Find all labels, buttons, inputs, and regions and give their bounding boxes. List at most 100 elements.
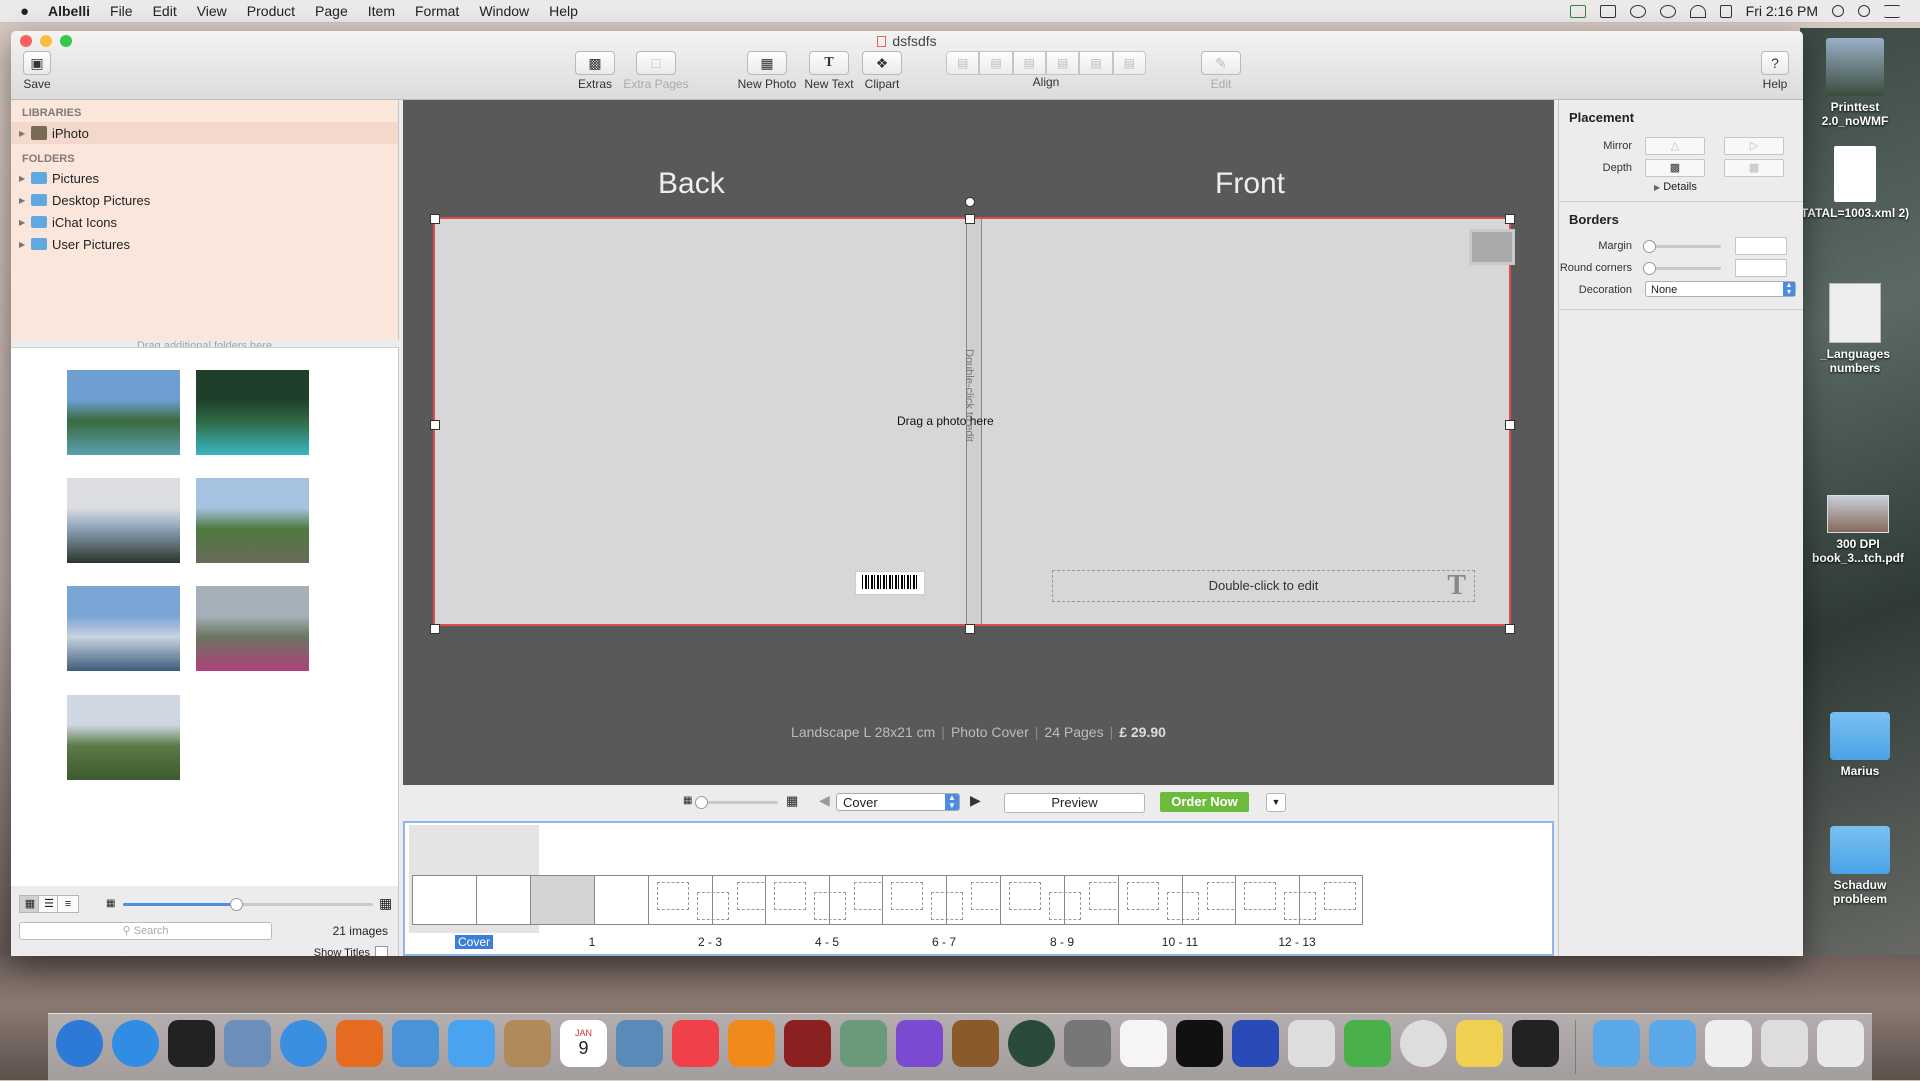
chrome-icon[interactable] bbox=[1400, 1020, 1447, 1067]
resize-handle[interactable] bbox=[1505, 624, 1515, 634]
menu-format[interactable]: Format bbox=[415, 3, 459, 19]
zoom-in-icon[interactable]: ▦ bbox=[786, 793, 798, 809]
resize-handle[interactable] bbox=[430, 420, 440, 430]
app-menu[interactable]: Albelli bbox=[48, 3, 90, 19]
contacts-icon[interactable] bbox=[504, 1020, 551, 1067]
downloads-folder-icon[interactable] bbox=[1649, 1020, 1696, 1067]
system-preferences-icon[interactable] bbox=[1064, 1020, 1111, 1067]
numbers-icon[interactable] bbox=[1344, 1020, 1391, 1067]
sidebar-item-pictures[interactable]: ▶ Pictures bbox=[11, 167, 398, 189]
spotlight-search-icon[interactable] bbox=[1858, 5, 1870, 17]
clock[interactable]: Fri 2:16 PM bbox=[1746, 3, 1818, 19]
menu-product[interactable]: Product bbox=[247, 3, 295, 19]
document-stack-icon[interactable] bbox=[1705, 1020, 1752, 1067]
menu-edit[interactable]: Edit bbox=[153, 3, 177, 19]
show-titles-checkbox[interactable] bbox=[375, 946, 388, 956]
messages-icon[interactable] bbox=[448, 1020, 495, 1067]
menu-page[interactable]: Page bbox=[315, 3, 348, 19]
calendar-icon[interactable]: JAN 9 bbox=[560, 1020, 607, 1067]
disclosure-triangle-icon[interactable]: ▶ bbox=[19, 129, 31, 138]
photo-thumbnail-purple-flowers[interactable] bbox=[196, 586, 309, 671]
image-placeholder-icon[interactable] bbox=[1469, 229, 1515, 265]
extras-button[interactable]: ▩ Extras bbox=[571, 51, 619, 91]
wifi-icon[interactable] bbox=[1689, 4, 1706, 18]
menu-window[interactable]: Window bbox=[479, 3, 529, 19]
edit-button[interactable]: ✎ Edit bbox=[1191, 51, 1251, 91]
sidebar-item-desktop-pictures[interactable]: ▶ Desktop Pictures bbox=[11, 189, 398, 211]
filmstrip-page-2-3[interactable]: 2 - 3 bbox=[645, 825, 776, 949]
details-disclosure[interactable]: ▶ Details bbox=[1654, 181, 1803, 193]
trash-icon[interactable] bbox=[1817, 1020, 1864, 1067]
app-store-icon[interactable] bbox=[112, 1020, 159, 1067]
volume-icon[interactable] bbox=[1719, 4, 1732, 18]
sidebar-item-iphoto[interactable]: ▶ iPhoto bbox=[11, 122, 398, 144]
thumbnail-size-slider[interactable] bbox=[230, 898, 243, 911]
resize-handle[interactable] bbox=[1505, 214, 1515, 224]
preview-icon[interactable] bbox=[224, 1020, 271, 1067]
disclosure-triangle-icon[interactable]: ▶ bbox=[19, 240, 31, 249]
time-machine-status-icon[interactable] bbox=[1629, 4, 1646, 18]
round-corners-slider[interactable] bbox=[1643, 262, 1656, 275]
filmstrip-page-1[interactable]: 1 bbox=[527, 825, 658, 949]
send-backward-button[interactable]: ▩ bbox=[1724, 159, 1784, 177]
align-left-icon[interactable]: ▤ bbox=[946, 51, 980, 75]
filmstrip-page-4-5[interactable]: 4 - 5 bbox=[762, 825, 893, 949]
align-center-icon[interactable]: ▤ bbox=[979, 51, 1013, 75]
terminal-icon[interactable] bbox=[1176, 1020, 1223, 1067]
next-page-icon[interactable]: ▶ bbox=[970, 792, 981, 809]
launchpad-icon[interactable] bbox=[168, 1020, 215, 1067]
menu-file[interactable]: File bbox=[110, 3, 133, 19]
finder-icon[interactable] bbox=[56, 1020, 103, 1067]
apple-menu-icon[interactable]: ● bbox=[20, 3, 38, 20]
resize-handle[interactable] bbox=[965, 214, 975, 224]
filmstrip-page-10-11[interactable]: 10 - 11 bbox=[1115, 825, 1246, 949]
user-icon[interactable] bbox=[1832, 5, 1844, 17]
filmstrip-page-12-13[interactable]: 12 - 13 bbox=[1232, 825, 1363, 949]
more-options-chevron-icon[interactable]: ▼ bbox=[1266, 793, 1286, 812]
stickies-icon[interactable] bbox=[1456, 1020, 1503, 1067]
sidebar-item-user-pictures[interactable]: ▶ User Pictures bbox=[11, 233, 398, 255]
photo-thumbnail-green-path[interactable] bbox=[196, 478, 309, 563]
desktop-icon-marius[interactable]: Marius bbox=[1805, 712, 1915, 778]
window-stack-icon[interactable] bbox=[1761, 1020, 1808, 1067]
disclosure-triangle-icon[interactable]: ▶ bbox=[19, 174, 31, 183]
v2-status-icon[interactable] bbox=[1569, 4, 1586, 18]
time-machine-icon[interactable] bbox=[1008, 1020, 1055, 1067]
desktop-icon-languages[interactable]: _Languages numbers bbox=[1800, 283, 1910, 375]
safari-icon[interactable] bbox=[280, 1020, 327, 1067]
align-middle-icon[interactable]: ▤ bbox=[1079, 51, 1113, 75]
search-input[interactable]: ⚲ Search bbox=[19, 922, 272, 940]
new-photo-button[interactable]: ▦ New Photo bbox=[735, 51, 799, 91]
resize-handle[interactable] bbox=[1505, 420, 1515, 430]
desktop-icon-xml[interactable]: TATAL=1003.xml 2) bbox=[1800, 146, 1910, 220]
rotate-handle[interactable] bbox=[965, 197, 975, 207]
detail-view-icon[interactable]: ≡ bbox=[57, 895, 79, 913]
textedit-icon[interactable] bbox=[1120, 1020, 1167, 1067]
photo-thumbnail-mountain-lake[interactable] bbox=[67, 370, 180, 455]
albelli-icon[interactable] bbox=[1512, 1020, 1559, 1067]
mirror-vertical-button[interactable]: ▷ bbox=[1724, 137, 1784, 155]
resize-handle[interactable] bbox=[430, 214, 440, 224]
page-select[interactable]: Cover ▲ ▼ bbox=[836, 793, 960, 811]
round-corners-track[interactable] bbox=[1647, 267, 1721, 270]
photo-booth-icon[interactable] bbox=[784, 1020, 831, 1067]
clipart-button[interactable]: ❖ Clipart bbox=[859, 51, 905, 91]
garageband-icon[interactable] bbox=[952, 1020, 999, 1067]
desktop-icon-schaduw[interactable]: Schaduw probleem bbox=[1805, 826, 1915, 906]
menu-view[interactable]: View bbox=[197, 3, 227, 19]
filmstrip-page-8-9[interactable]: 8 - 9 bbox=[997, 825, 1128, 949]
mail-icon[interactable] bbox=[392, 1020, 439, 1067]
photo-thumbnail-pine-forest-lake[interactable] bbox=[196, 370, 309, 455]
filmstrip-page-6-7[interactable]: 6 - 7 bbox=[879, 825, 1010, 949]
order-now-button[interactable]: Order Now bbox=[1160, 792, 1249, 812]
resize-handle[interactable] bbox=[430, 624, 440, 634]
zoom-out-icon[interactable]: ▦ bbox=[683, 795, 692, 806]
imovie-icon[interactable] bbox=[896, 1020, 943, 1067]
help-button[interactable]: ? Help bbox=[1755, 51, 1795, 91]
save-button[interactable]: ▣ Save bbox=[17, 51, 57, 91]
preview-button[interactable]: Preview bbox=[1004, 793, 1145, 813]
bluetooth-icon[interactable] bbox=[1659, 4, 1676, 18]
disclosure-triangle-icon[interactable]: ▶ bbox=[19, 218, 31, 227]
photo-thumbnail-sky-lake[interactable] bbox=[67, 586, 180, 671]
ibooks-icon[interactable] bbox=[728, 1020, 775, 1067]
